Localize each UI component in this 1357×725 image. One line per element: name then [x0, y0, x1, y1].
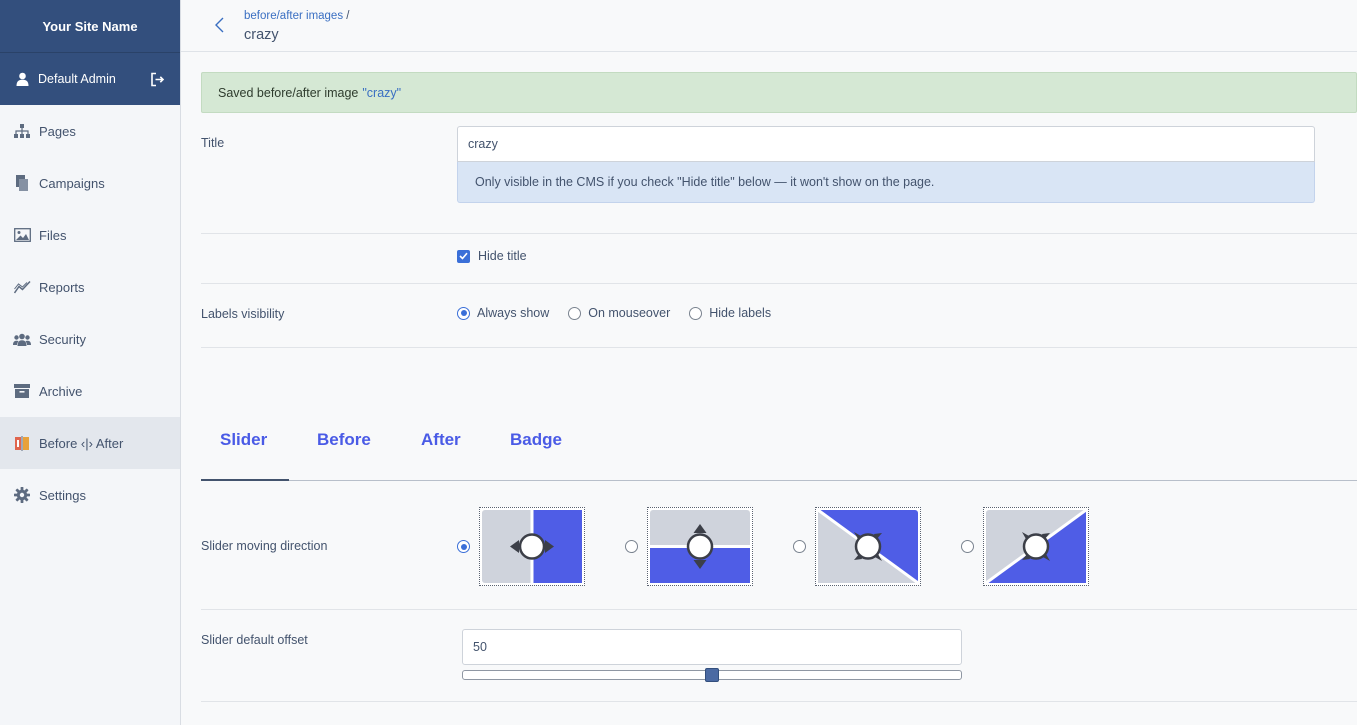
tab-badge[interactable]: Badge: [510, 430, 562, 450]
tab-after[interactable]: After: [421, 430, 461, 450]
gear-icon: [13, 487, 31, 503]
sidebar-item-label: Pages: [39, 123, 76, 139]
alert-message: Saved before/after image: [218, 85, 359, 100]
range-handle[interactable]: [705, 668, 719, 682]
radio-label: On mouseover: [588, 306, 671, 320]
diagonal-down-slider-thumbnail[interactable]: [815, 507, 921, 586]
sidebar-item-campaigns[interactable]: Campaigns: [0, 157, 180, 209]
hide-title-label: Hide title: [478, 249, 527, 263]
page-header: before/after images / crazy: [181, 0, 1357, 52]
labels-visibility-label: Labels visibility: [201, 307, 285, 321]
radio-direction-diagonal-down[interactable]: [793, 540, 806, 553]
hide-title-checkbox-row[interactable]: Hide title: [457, 249, 527, 263]
image-icon: [13, 227, 31, 243]
radio-always-show[interactable]: [457, 306, 470, 320]
labels-option-hide-labels[interactable]: Hide labels: [689, 306, 771, 320]
user-row[interactable]: Default Admin: [0, 52, 180, 105]
radio-direction-vertical[interactable]: [625, 540, 638, 553]
page-title: crazy: [244, 27, 279, 43]
radio-direction-horizontal[interactable]: [457, 540, 470, 553]
slider-offset-range[interactable]: [462, 668, 962, 682]
breadcrumb-link[interactable]: before/after images: [244, 10, 343, 22]
tab-slider[interactable]: Slider: [220, 430, 267, 450]
divider: [201, 701, 1357, 702]
divider: [201, 609, 1357, 610]
slider-offset-input[interactable]: 50: [462, 629, 962, 665]
sitemap-icon: [13, 123, 31, 139]
direction-option-diagonal-up[interactable]: [961, 507, 1089, 586]
alert-item-name: "crazy": [362, 85, 402, 100]
title-label: Title: [201, 136, 225, 150]
sidebar-item-label: Security: [39, 331, 86, 347]
users-icon: [13, 331, 31, 347]
sidebar-item-security[interactable]: Security: [0, 313, 180, 365]
sidebar-item-settings[interactable]: Settings: [0, 469, 180, 521]
radio-label: Always show: [477, 306, 550, 320]
sidebar-item-label: Files: [39, 227, 67, 243]
user-icon: [16, 72, 30, 86]
sidebar-item-label: Before ‹|› After: [39, 435, 124, 451]
horizontal-slider-thumbnail[interactable]: [479, 507, 585, 586]
labels-option-on-mouseover[interactable]: On mouseover: [568, 306, 670, 320]
slider-direction-label: Slider moving direction: [201, 539, 328, 553]
labels-visibility-group: Always show On mouseover Hide labels: [457, 306, 790, 320]
chart-line-icon: [13, 279, 31, 295]
radio-direction-diagonal-up[interactable]: [961, 540, 974, 553]
direction-option-diagonal-down[interactable]: [793, 507, 921, 586]
before-after-icon: [13, 435, 31, 451]
back-chevron-icon[interactable]: [211, 15, 227, 35]
vertical-slider-thumbnail[interactable]: [647, 507, 753, 586]
tab-before[interactable]: Before: [317, 430, 371, 450]
sidebar-item-label: Reports: [39, 279, 85, 295]
title-help-text: Only visible in the CMS if you check "Hi…: [457, 162, 1315, 203]
sidebar-item-reports[interactable]: Reports: [0, 261, 180, 313]
tab-bar: Slider Before After Badge: [201, 412, 1357, 481]
direction-option-vertical[interactable]: [625, 507, 753, 586]
direction-option-horizontal[interactable]: [457, 507, 585, 586]
sidebar-item-label: Campaigns: [39, 175, 105, 191]
logout-icon[interactable]: [150, 71, 166, 87]
sidebar-item-label: Settings: [39, 487, 86, 503]
slider-offset-label: Slider default offset: [201, 633, 308, 647]
sidebar-item-files[interactable]: Files: [0, 209, 180, 261]
divider: [201, 347, 1357, 348]
archive-icon: [13, 383, 31, 399]
site-name[interactable]: Your Site Name: [0, 0, 180, 52]
divider: [201, 283, 1357, 284]
active-tab-indicator: [201, 479, 289, 481]
radio-label: Hide labels: [709, 306, 772, 320]
title-input[interactable]: crazy: [457, 126, 1315, 162]
sidebar-item-before-after[interactable]: Before ‹|› After: [0, 417, 180, 469]
radio-hide-labels[interactable]: [689, 306, 703, 320]
divider: [201, 233, 1357, 234]
sidebar-item-archive[interactable]: Archive: [0, 365, 180, 417]
diagonal-up-slider-thumbnail[interactable]: [983, 507, 1089, 586]
labels-option-always-show[interactable]: Always show: [457, 306, 549, 320]
breadcrumb-separator: /: [346, 10, 350, 22]
copy-icon: [13, 175, 31, 191]
sidebar-item-label: Archive: [39, 383, 83, 399]
breadcrumb: before/after images /: [244, 10, 350, 22]
sidebar-item-pages[interactable]: Pages: [0, 105, 180, 157]
hide-title-checkbox[interactable]: [457, 249, 470, 263]
radio-on-mouseover[interactable]: [568, 306, 582, 320]
user-name: Default Admin: [38, 72, 116, 86]
sidebar: Your Site Name Default Admin Pages Campa…: [0, 0, 181, 725]
success-alert: Saved before/after image "crazy": [201, 72, 1357, 113]
